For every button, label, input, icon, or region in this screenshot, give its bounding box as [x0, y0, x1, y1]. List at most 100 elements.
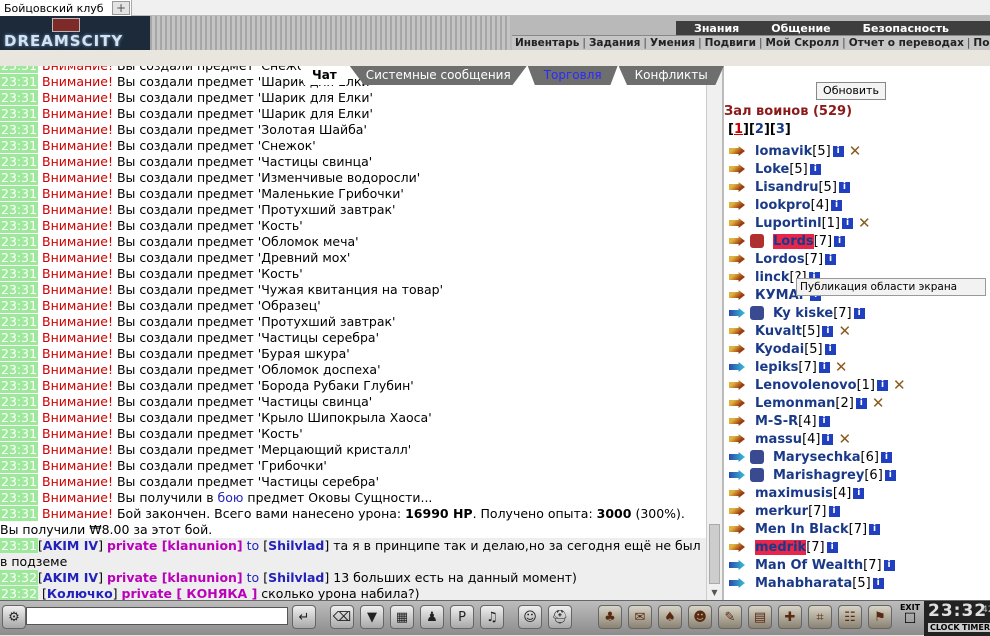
clan-icon[interactable]	[750, 468, 764, 482]
chat-time[interactable]: 23:32	[0, 586, 39, 600]
info-icon[interactable]: i	[818, 361, 830, 373]
quill-icon[interactable]: ✎	[718, 605, 742, 629]
flag-icon[interactable]: ⚑	[868, 605, 892, 629]
scroll-down-icon[interactable]: ▼	[707, 586, 722, 600]
menu-inventory[interactable]: Инвентарь	[512, 37, 582, 49]
tab-chat[interactable]: Чат	[300, 66, 349, 85]
info-icon[interactable]: i	[842, 217, 853, 229]
player-name[interactable]: Loke	[755, 162, 789, 177]
fight-icon[interactable]: ✕	[849, 144, 862, 159]
info-icon[interactable]: i	[869, 523, 881, 535]
info-icon[interactable]: i	[822, 433, 834, 445]
chat-time[interactable]: 23:32	[0, 570, 39, 585]
player-name[interactable]: Men In Black	[755, 522, 849, 537]
player-name[interactable]: Marysechka	[773, 450, 861, 465]
player-name[interactable]: Man Of Wealth	[755, 558, 863, 573]
new-tab-button[interactable]: +	[112, 1, 130, 15]
info-icon[interactable]: i	[838, 181, 850, 193]
chat-time[interactable]: 23:31	[0, 506, 39, 521]
chat-time[interactable]: 23:31	[0, 490, 39, 505]
clan-icon[interactable]	[750, 306, 764, 320]
info-icon[interactable]: i	[832, 145, 844, 157]
private-channel[interactable]: private [klanunion]	[107, 570, 243, 585]
info-icon[interactable]: i	[872, 577, 884, 589]
page-link-1[interactable]: 1	[734, 122, 743, 137]
tab-trade[interactable]: Торговля	[527, 66, 618, 85]
player-name[interactable]: Lords	[773, 233, 814, 249]
info-icon[interactable]: i	[825, 253, 837, 265]
player-name[interactable]: Lisandru	[755, 180, 818, 195]
chat-time[interactable]: 23:31	[0, 106, 39, 121]
info-icon[interactable]: i	[809, 163, 821, 175]
group-icon[interactable]: ☷	[838, 605, 862, 629]
chat-time[interactable]: 23:31	[0, 410, 39, 425]
sender-name[interactable]: AKIM IV	[43, 538, 98, 553]
menu-skills[interactable]: Умения	[647, 37, 698, 49]
eraser-icon[interactable]: ⌫	[330, 605, 354, 629]
sender-name[interactable]: Колючко	[47, 586, 113, 600]
exit-button[interactable]: EXIT ☐	[898, 603, 922, 633]
menu-transfers[interactable]: Отчет о переводах	[846, 37, 967, 49]
chat-time[interactable]: 23:31	[0, 346, 39, 361]
bag-icon[interactable]: ♠	[658, 605, 682, 629]
chat-time[interactable]: 23:31	[0, 378, 39, 393]
player-name[interactable]: merkur	[755, 504, 808, 519]
info-icon[interactable]: i	[828, 505, 840, 517]
fight-icon[interactable]: ✕	[872, 396, 885, 411]
private-channel[interactable]: private [klanunion]	[107, 538, 243, 553]
info-icon[interactable]: i	[876, 379, 888, 391]
private-channel[interactable]: private [ КОНЯКА ]	[122, 586, 258, 600]
fight-icon[interactable]: ✕	[858, 216, 871, 231]
clan-icon[interactable]	[750, 234, 764, 248]
player-name[interactable]: Lemonman	[755, 396, 835, 411]
top-menu-social[interactable]: Общение	[753, 22, 844, 35]
chat-time[interactable]: 23:31	[0, 122, 39, 137]
info-icon[interactable]: i	[831, 199, 843, 211]
info-icon[interactable]: i	[834, 235, 846, 247]
smiles-icon[interactable]: ▦	[390, 605, 414, 629]
mask-icon[interactable]: ☻	[688, 605, 712, 629]
player-name[interactable]: lomavik	[755, 144, 812, 159]
player-name[interactable]: lookpro	[755, 198, 811, 213]
bottle-icon[interactable]: ♣	[598, 605, 622, 629]
chat-time[interactable]: 23:31	[0, 186, 39, 201]
tab-conflicts[interactable]: Конфликты	[618, 66, 724, 85]
chat-time[interactable]: 23:31	[0, 474, 39, 489]
page-link-3[interactable]: 3	[776, 122, 785, 137]
player-name[interactable]: Mahabharata	[755, 576, 852, 591]
info-icon[interactable]: i	[824, 343, 836, 355]
info-icon[interactable]: i	[818, 415, 830, 427]
settings-icon[interactable]: ⚙	[2, 605, 26, 629]
chat-time[interactable]: 23:31	[0, 234, 39, 249]
book-icon[interactable]: ▤	[748, 605, 772, 629]
cross-icon[interactable]: ✚	[778, 605, 802, 629]
info-icon[interactable]: i	[884, 469, 896, 481]
clan-icon[interactable]	[750, 450, 764, 464]
player-name[interactable]: Lordos	[755, 252, 805, 267]
send-icon[interactable]: ↵	[292, 605, 316, 629]
chat-time[interactable]: 23:31	[0, 394, 39, 409]
timer-label[interactable]: TIMER	[960, 623, 990, 632]
player-name[interactable]: Luportinl	[755, 216, 822, 231]
chat-time[interactable]: 23:31	[0, 154, 39, 169]
fight-icon[interactable]: ✕	[893, 378, 906, 393]
fight-icon[interactable]: ✕	[838, 324, 851, 339]
scroll-icon[interactable]: ✉	[628, 605, 652, 629]
top-menu-security[interactable]: Безопасность	[845, 22, 963, 35]
chat-input[interactable]	[26, 607, 288, 625]
player-icon[interactable]: ♟	[420, 605, 444, 629]
chat-time[interactable]: 23:31	[0, 538, 39, 553]
player-name[interactable]: Lenovolenovo	[755, 378, 857, 393]
chat-time[interactable]: 23:31	[0, 282, 39, 297]
player-name[interactable]: Ky kiske	[773, 306, 833, 321]
player-name[interactable]: Kyodai	[755, 342, 804, 357]
chat-time[interactable]: 23:31	[0, 138, 39, 153]
player-name[interactable]: lepiks	[755, 360, 798, 375]
chat-time[interactable]: 23:31	[0, 298, 39, 313]
chat-time[interactable]: 23:31	[0, 218, 39, 233]
player-name[interactable]: linck	[755, 270, 790, 285]
chat-time[interactable]: 23:31	[0, 74, 39, 89]
menu-more[interactable]: Пое	[970, 37, 990, 49]
info-icon[interactable]: i	[855, 397, 867, 409]
music-icon[interactable]: ♫	[480, 605, 504, 629]
